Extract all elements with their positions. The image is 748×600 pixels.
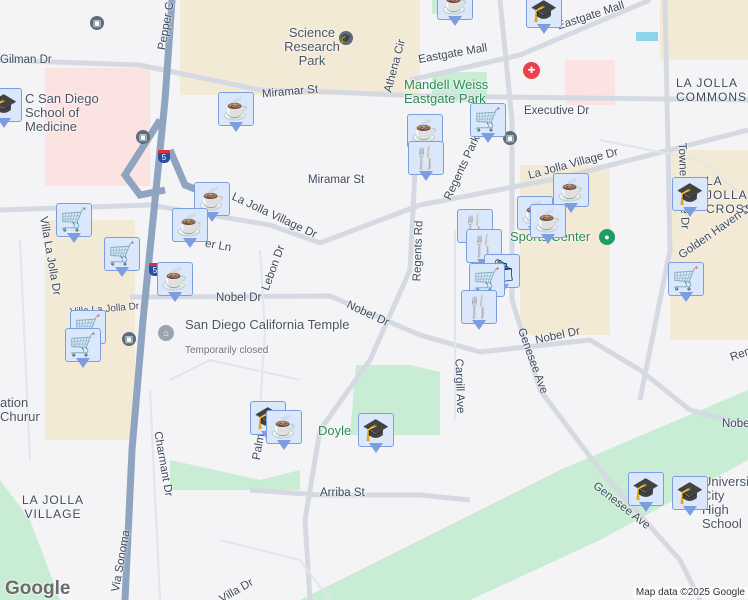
map[interactable]: Gilman Dr Pepper C Miramar St Miramar St… — [0, 0, 748, 600]
cafe-marker[interactable]: ☕ — [157, 262, 193, 306]
graduation-cap-icon: 🎓 — [628, 472, 664, 506]
school-marker[interactable]: 🎓 — [358, 413, 394, 457]
school-marker[interactable]: 🎓 — [0, 88, 22, 132]
cafe-marker[interactable]: ☕ — [530, 204, 566, 248]
street-label: Miramar St — [308, 174, 365, 186]
poi-doyle[interactable]: Doyle — [318, 423, 351, 438]
transit-icon[interactable]: ▣ — [122, 332, 136, 346]
street-label: Nobel — [722, 418, 748, 430]
transit-icon[interactable]: ▣ — [90, 16, 104, 30]
school-marker[interactable]: 🎓 — [526, 0, 562, 38]
poi-ucsd-medicine[interactable]: C San Diego School of Medicine — [25, 92, 105, 134]
grocery-marker[interactable]: 🛒 — [56, 203, 92, 247]
coffee-cup-icon: ☕ — [530, 204, 566, 238]
shopping-cart-icon: 🛒 — [668, 262, 704, 296]
street-label: Executive Dr — [524, 105, 590, 117]
shopping-cart-icon: 🛒 — [65, 328, 101, 362]
coffee-cup-icon: ☕ — [553, 173, 589, 207]
grocery-marker[interactable]: 🛒 — [104, 237, 140, 281]
cafe-marker[interactable]: ☕ — [266, 410, 302, 454]
graduation-cap-icon: 🎓 — [358, 413, 394, 447]
fork-knife-icon: 🍴 — [461, 290, 497, 324]
street-label: Regents Rd — [411, 220, 426, 282]
poi-temple-status: Temporarily closed — [185, 345, 269, 356]
education-icon: 🎓 — [339, 31, 353, 45]
street-label: Gilman Dr — [0, 54, 52, 66]
interstate-5-shield: 5 — [158, 150, 170, 163]
street-label: Cargill Ave — [452, 358, 467, 414]
graduation-cap-icon: 🎓 — [672, 476, 708, 510]
shopping-cart-icon: 🛒 — [56, 203, 92, 237]
poi-temple[interactable]: San Diego California Temple — [185, 318, 350, 332]
map-attribution[interactable]: Map data ©2025 Google — [632, 587, 748, 598]
cafe-marker[interactable]: ☕ — [172, 208, 208, 252]
poi-church[interactable]: ation Churun — [0, 396, 40, 424]
school-marker[interactable]: 🎓 — [672, 476, 708, 520]
street-label: Nobel Dr — [216, 292, 262, 304]
transit-icon[interactable]: ▣ — [136, 130, 150, 144]
restaurant-marker[interactable]: 🍴 — [461, 290, 497, 334]
hospital-icon[interactable]: ✚ — [523, 62, 540, 79]
graduation-cap-icon: 🎓 — [0, 88, 22, 122]
school-marker[interactable]: 🎓 — [672, 177, 708, 221]
cafe-marker[interactable]: ☕ — [437, 0, 473, 30]
coffee-cup-icon: ☕ — [218, 92, 254, 126]
coffee-cup-icon: ☕ — [266, 410, 302, 444]
fork-knife-icon: 🍴 — [408, 141, 444, 175]
coffee-cup-icon: ☕ — [172, 208, 208, 242]
graduation-cap-icon: 🎓 — [672, 177, 708, 211]
google-logo: Google — [5, 578, 71, 599]
poi-science-research-park[interactable]: Science Research Park — [282, 26, 342, 68]
poi-university-city-hs[interactable]: University City High School — [702, 475, 748, 531]
area-la-jolla-crossroads: LA JOLLA CROSSROADS — [706, 174, 748, 216]
temple-icon: ⌂ — [158, 325, 174, 341]
shopping-cart-icon: 🛒 — [470, 103, 506, 137]
grocery-marker[interactable]: 🛒 — [470, 103, 506, 147]
coffee-cup-icon: ☕ — [157, 262, 193, 296]
school-marker[interactable]: 🎓 — [628, 472, 664, 516]
poi-mandell-weiss-park[interactable]: Mandell Weiss Eastgate Park — [404, 78, 504, 106]
grocery-marker[interactable]: 🛒 — [668, 262, 704, 306]
grocery-marker[interactable]: 🛒 — [65, 328, 101, 372]
shopping-cart-icon: 🛒 — [104, 237, 140, 271]
place-pin-icon[interactable]: ● — [599, 229, 615, 245]
street-label: Arriba St — [320, 487, 365, 499]
area-la-jolla-commons: LA JOLLA COMMONS — [676, 76, 747, 104]
area-la-jolla-village: LA JOLLA VILLAGE — [21, 493, 85, 521]
restaurant-marker[interactable]: 🍴 — [408, 141, 444, 185]
cafe-marker[interactable]: ☕ — [218, 92, 254, 136]
